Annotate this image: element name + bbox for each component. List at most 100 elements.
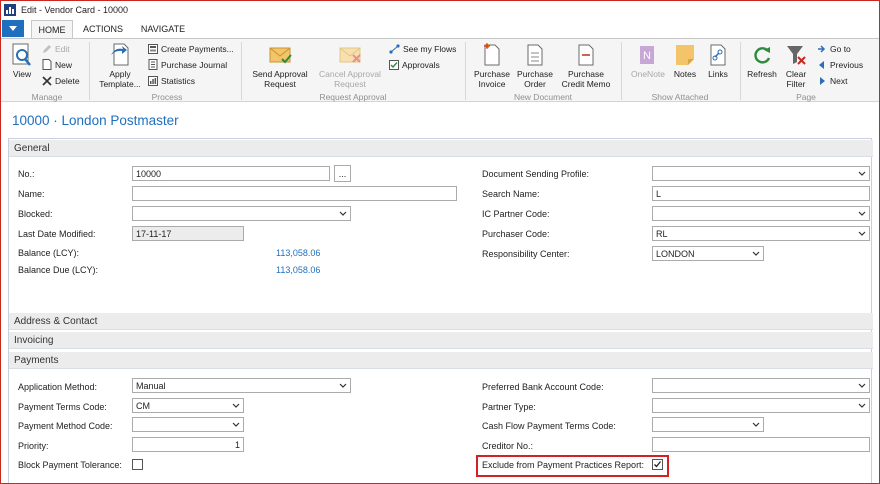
balance-due-value-link[interactable]: 113,058.06	[276, 265, 320, 275]
chevron-down-icon	[232, 422, 240, 427]
flows-icon	[389, 43, 400, 54]
chevron-down-icon	[339, 211, 347, 216]
view-button[interactable]: View	[9, 43, 35, 79]
cancel-approval-label-2: Request	[334, 79, 366, 89]
next-button[interactable]: Next	[817, 74, 847, 87]
links-button[interactable]: Links	[704, 43, 732, 79]
purchase-journal-button[interactable]: Purchase Journal	[148, 58, 227, 71]
priority-field[interactable]: 1	[132, 437, 244, 452]
new-button[interactable]: New	[42, 58, 72, 71]
send-envelope-icon	[269, 47, 292, 64]
resp-center-value: LONDON	[656, 248, 695, 259]
approvals-button[interactable]: Approvals	[389, 58, 440, 71]
section-invoicing-header[interactable]: Invoicing	[9, 332, 873, 349]
section-address-contact-header[interactable]: Address & Contact	[9, 313, 873, 330]
create-payments-label: Create Payments...	[161, 43, 234, 54]
statistics-button[interactable]: Statistics	[148, 74, 195, 87]
send-approval-request-button[interactable]: Send Approval Request	[247, 43, 313, 89]
purchase-invoice-label-1: Purchase	[474, 69, 510, 79]
name-label: Name:	[18, 189, 45, 199]
tab-navigate[interactable]: NAVIGATE	[137, 20, 189, 38]
ribbon-tabs: HOME ACTIONS NAVIGATE	[1, 19, 879, 38]
ic-partner-label: IC Partner Code:	[482, 209, 550, 219]
delete-label: Delete	[55, 75, 80, 86]
onenote-button[interactable]: N OneNote	[626, 43, 670, 79]
notes-icon	[676, 45, 694, 65]
view-label: View	[12, 69, 32, 79]
method-label: Payment Method Code:	[18, 421, 113, 431]
go-to-button[interactable]: Go to	[817, 42, 851, 55]
no-assist-button[interactable]: ...	[334, 165, 351, 182]
onenote-icon: N	[640, 46, 654, 64]
group-label-process: Process	[151, 92, 183, 102]
caret-down-icon	[9, 26, 17, 31]
balance-value-link[interactable]: 113,058.06	[276, 248, 320, 258]
cancel-envelope-icon	[339, 47, 361, 63]
new-document-icon	[42, 59, 52, 70]
group-separator	[740, 42, 741, 100]
see-my-flows-button[interactable]: See my Flows	[389, 42, 456, 55]
refresh-button[interactable]: Refresh	[745, 43, 779, 79]
group-label-page: Page	[796, 92, 816, 102]
links-icon	[710, 44, 726, 66]
app-icon	[4, 4, 16, 16]
apply-template-label-1: Apply	[109, 69, 131, 79]
vendor-card-window: Edit - Vendor Card - 10000 HOME ACTIONS …	[0, 0, 880, 484]
partner-type-dropdown[interactable]	[652, 398, 870, 413]
purchase-journal-label: Purchase Journal	[161, 59, 228, 70]
previous-label: Previous	[830, 59, 864, 70]
delete-button[interactable]: Delete	[42, 74, 80, 87]
approvals-icon	[389, 59, 399, 70]
edit-button[interactable]: Edit	[42, 42, 70, 55]
section-general-header[interactable]: General	[9, 140, 873, 157]
clear-filter-label-1: Clear	[785, 69, 807, 79]
name-field[interactable]	[132, 186, 457, 201]
chevron-down-icon	[858, 211, 866, 216]
see-my-flows-label: See my Flows	[403, 43, 457, 54]
app-menu-button[interactable]	[2, 20, 24, 37]
edit-label: Edit	[55, 43, 70, 54]
previous-arrow-icon	[819, 60, 824, 69]
purchase-invoice-label-2: Invoice	[478, 79, 506, 89]
delete-icon	[42, 75, 52, 86]
group-label-show-attached: Show Attached	[651, 92, 709, 102]
creditor-field[interactable]	[652, 437, 870, 452]
clear-filter-label-2: Filter	[786, 79, 806, 89]
onenote-label: OneNote	[630, 69, 666, 79]
highlight-box	[476, 455, 669, 477]
tab-home[interactable]: HOME	[31, 20, 73, 38]
app-method-dropdown[interactable]: Manual	[132, 378, 351, 393]
credit-memo-icon	[578, 44, 594, 66]
purchaser-dropdown[interactable]: RL	[652, 226, 870, 241]
doc-sending-dropdown[interactable]	[652, 166, 870, 181]
pref-bank-label: Preferred Bank Account Code:	[482, 382, 604, 392]
terms-dropdown[interactable]: CM	[132, 398, 244, 413]
cancel-approval-request-button[interactable]: Cancel Approval Request	[315, 43, 385, 89]
clear-filter-button[interactable]: Clear Filter	[782, 43, 810, 89]
no-field[interactable]: 10000	[132, 166, 330, 181]
purchase-invoice-button[interactable]: Purchase Invoice	[471, 43, 513, 89]
block-tolerance-checkbox[interactable]	[132, 459, 143, 470]
group-label-request-approval: Request Approval	[319, 92, 387, 102]
apply-template-button[interactable]: Apply Template...	[97, 43, 143, 89]
pref-bank-dropdown[interactable]	[652, 378, 870, 393]
create-payments-button[interactable]: Create Payments...	[148, 42, 234, 55]
title-bar: Edit - Vendor Card - 10000	[1, 1, 879, 19]
purchase-order-icon	[527, 44, 543, 66]
purchase-credit-memo-button[interactable]: Purchase Credit Memo	[557, 43, 615, 89]
tab-actions[interactable]: ACTIONS	[81, 20, 125, 38]
ic-partner-dropdown[interactable]	[652, 206, 870, 221]
resp-center-dropdown[interactable]: LONDON	[652, 246, 764, 261]
window-title: Edit - Vendor Card - 10000	[21, 5, 129, 15]
app-method-value: Manual	[136, 380, 166, 391]
cashflow-dropdown[interactable]	[652, 417, 764, 432]
next-label: Next	[830, 75, 848, 86]
previous-button[interactable]: Previous	[817, 58, 863, 71]
section-payments-header[interactable]: Payments	[9, 352, 873, 369]
notes-button[interactable]: Notes	[671, 43, 699, 79]
search-name-field[interactable]: L	[652, 186, 870, 201]
purchase-order-button[interactable]: Purchase Order	[515, 43, 555, 89]
apply-template-icon	[111, 43, 129, 66]
method-dropdown[interactable]	[132, 417, 244, 432]
blocked-dropdown[interactable]	[132, 206, 351, 221]
